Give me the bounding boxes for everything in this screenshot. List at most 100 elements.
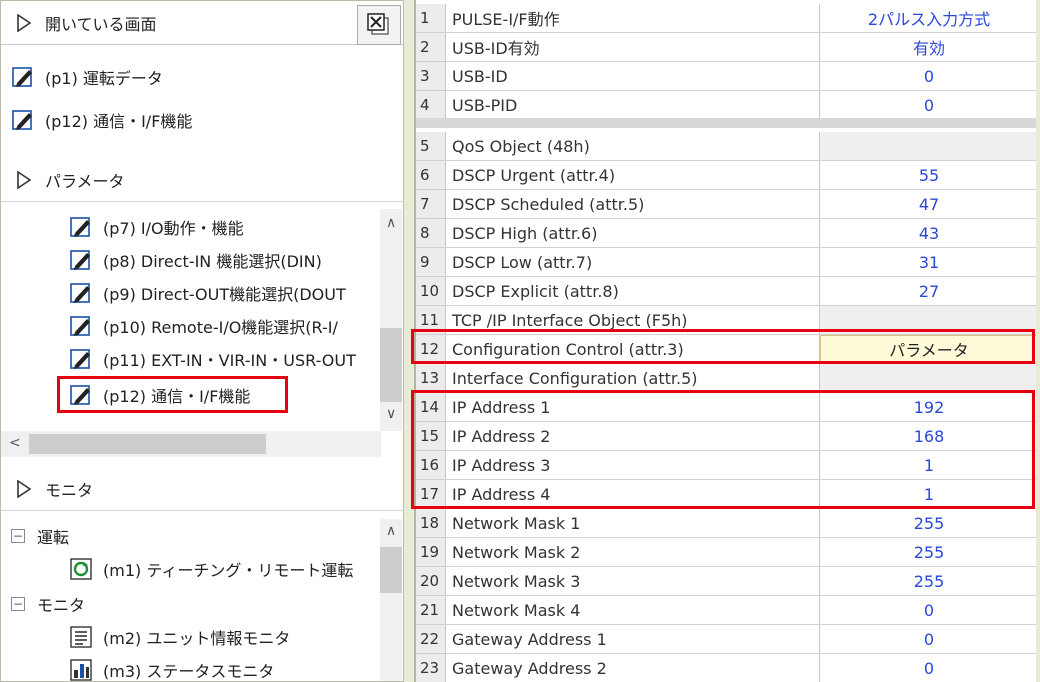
row-number: 18 [416,509,446,537]
collapse-minus-icon[interactable]: − [11,597,25,611]
table-row[interactable]: 5 QoS Object (48h) [416,132,1036,161]
row-number: 5 [416,132,446,160]
parameter-name: PULSE-I/F動作 [446,4,820,32]
table-row[interactable]: 6 DSCP Urgent (attr.4) 55 [416,161,1036,190]
parameter-item-p10[interactable]: (p10) Remote-I/O機能選択(R-I/ [69,311,338,341]
monitor-item-m1[interactable]: (m1) ティーチング・リモート運転 [69,554,353,584]
table-row[interactable]: 4 USB-PID 0 [416,91,1036,120]
parameters-header[interactable]: パラメータ [1,158,403,202]
scroll-left-arrow-icon[interactable]: < [9,435,21,451]
table-row[interactable]: 19 Network Mask 2 255 [416,538,1036,567]
parameter-value[interactable] [820,364,1036,392]
parameter-value[interactable]: 0 [820,62,1036,90]
parameter-value[interactable]: 有効 [820,33,1036,61]
parameter-name: QoS Object (48h) [446,132,820,160]
parameter-value[interactable]: 27 [820,277,1036,305]
expand-triangle-icon [17,158,39,202]
parameter-horizontal-scroll-thumb[interactable] [29,434,266,454]
parameter-item-p8[interactable]: (p8) Direct-IN 機能選択(DIN) [69,245,322,275]
tree-group-monitor[interactable]: − モニタ [11,589,85,619]
table-row[interactable]: 23 Gateway Address 20 [416,654,1036,682]
parameter-item-p11[interactable]: (p11) EXT-IN・VIR-IN・USR-OUT [69,344,356,374]
parameter-name: Gateway Address 2 [446,654,820,682]
row-number: 9 [416,248,446,276]
row-number: 22 [416,625,446,653]
table-row[interactable]: 13 Interface Configuration (attr.5) [416,364,1036,393]
tree-group-label: 運転 [37,528,70,547]
parameter-value[interactable]: 31 [820,248,1036,276]
parameter-value[interactable]: 0 [820,654,1036,682]
parameters-title: パラメータ [45,171,125,191]
row-number: 3 [416,62,446,90]
navigation-panel: 開いている画面 (p1) 運転データ (p12) 通信・I/F機能 パラメータ … [0,0,404,682]
parameter-value[interactable]: 255 [820,538,1036,566]
monitor-vertical-scrollbar[interactable] [380,519,402,681]
group-separator [416,118,1036,128]
open-screens-title: 開いている画面 [45,14,157,34]
parameter-value[interactable]: 0 [820,91,1036,119]
monitor-item-m3[interactable]: (m3) ステータスモニタ [69,655,274,681]
table-row[interactable]: 8 DSCP High (attr.6) 43 [416,219,1036,248]
table-row[interactable]: 20 Network Mask 3 255 [416,567,1036,596]
row-number: 6 [416,161,446,189]
parameter-name: USB-ID [446,62,820,90]
edit-pen-icon [70,316,90,336]
open-screen-item-p12[interactable]: (p12) 通信・I/F機能 [11,105,192,135]
parameter-value[interactable]: 0 [820,596,1036,624]
parameter-value[interactable]: 0 [820,625,1036,653]
parameter-label: (p9) Direct-OUT機能選択(DOUT [103,285,346,304]
parameter-label: (p8) Direct-IN 機能選択(DIN) [103,252,322,271]
table-row[interactable]: 18 Network Mask 1 255 [416,509,1036,538]
parameter-name: USB-ID有効 [446,33,820,61]
status-monitor-icon [70,659,92,681]
parameter-value[interactable]: 255 [820,509,1036,537]
parameter-value[interactable]: 255 [820,567,1036,595]
row-number: 10 [416,277,446,305]
edit-pen-icon [12,110,32,130]
parameter-list: (p7) I/O動作・機能 (p8) Direct-IN 機能選択(DIN) (… [1,203,403,465]
parameter-item-p9[interactable]: (p9) Direct-OUT機能選択(DOUT [69,278,346,308]
edit-pen-icon [70,283,90,303]
collapse-minus-icon[interactable]: − [11,529,25,543]
parameter-value[interactable]: 47 [820,190,1036,218]
table-row[interactable]: 9 DSCP Low (attr.7) 31 [416,248,1036,277]
tree-group-operation[interactable]: − 運転 [11,521,69,551]
monitor-item-m2[interactable]: (m2) ユニット情報モニタ [69,622,290,652]
teaching-remote-icon [70,558,92,580]
table-row[interactable]: 22 Gateway Address 10 [416,625,1036,654]
table-row[interactable]: 3 USB-ID 0 [416,62,1036,91]
open-screens-header[interactable]: 開いている画面 [1,1,403,45]
table-row[interactable]: 10 DSCP Explicit (attr.8) 27 [416,277,1036,306]
scroll-up-arrow-icon[interactable]: ∧ [386,215,396,231]
monitor-header[interactable]: モニタ [1,467,403,511]
parameter-label: (p7) I/O動作・機能 [103,219,244,238]
expand-triangle-icon [17,467,39,511]
table-row[interactable]: 1 PULSE-I/F動作 2パルス入力方式 [416,4,1036,33]
table-row[interactable]: 2 USB-ID有効 有効 [416,33,1036,62]
parameter-name: DSCP Urgent (attr.4) [446,161,820,189]
parameter-value[interactable]: 43 [820,219,1036,247]
parameter-value[interactable]: 2パルス入力方式 [820,4,1036,32]
row-number: 23 [416,654,446,682]
parameter-label: (p11) EXT-IN・VIR-IN・USR-OUT [103,351,356,370]
scroll-up-arrow-icon[interactable]: ∧ [386,523,396,539]
close-all-screens-button[interactable] [357,5,401,45]
parameter-value[interactable]: 55 [820,161,1036,189]
row-number: 2 [416,33,446,61]
parameter-name: DSCP Explicit (attr.8) [446,277,820,305]
parameter-vertical-scroll-thumb[interactable] [380,328,402,402]
parameter-item-p7[interactable]: (p7) I/O動作・機能 [69,212,244,242]
edit-pen-icon [70,217,90,237]
table-row[interactable]: 21 Network Mask 40 [416,596,1036,625]
table-row[interactable]: 7 DSCP Scheduled (attr.5) 47 [416,190,1036,219]
parameter-name: Network Mask 2 [446,538,820,566]
monitor-vertical-scroll-thumb[interactable] [380,547,402,593]
scroll-down-arrow-icon[interactable]: ∨ [386,406,396,422]
monitor-item-label: (m1) ティーチング・リモート運転 [103,561,354,580]
highlight-box-p12 [57,376,288,413]
parameter-name: Network Mask 1 [446,509,820,537]
parameter-name: Gateway Address 1 [446,625,820,653]
open-screen-item-p1[interactable]: (p1) 運転データ [11,62,163,92]
parameter-name: USB-PID [446,91,820,119]
parameter-value[interactable] [820,132,1036,160]
